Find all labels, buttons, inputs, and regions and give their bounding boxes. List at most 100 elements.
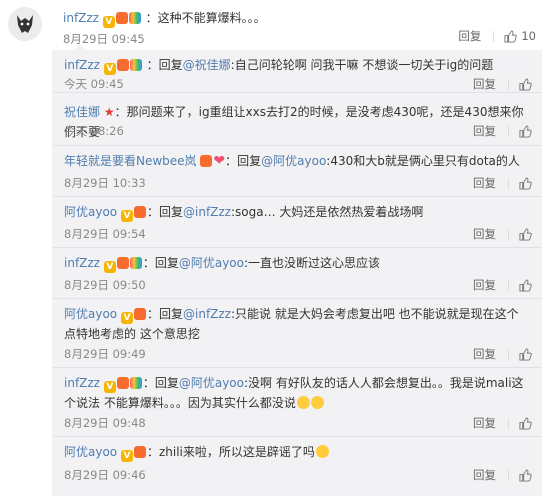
divider: [508, 78, 509, 90]
reply-username[interactable]: infZzz: [64, 376, 100, 390]
like-button[interactable]: [519, 347, 532, 361]
reply-time: 8月29日 10:33: [64, 176, 146, 190]
reply-button[interactable]: 回复: [473, 123, 496, 139]
reply-item: 阿优ayoo V ：回复@infZzz:只能说 就是大妈会考虑复出吧 也不能说就是…: [52, 299, 542, 368]
reply-word: 回复: [154, 376, 179, 390]
comment-body: ：这种不能算爆料。。。: [145, 11, 266, 25]
reply-text: infZzz V ：回复@阿优ayoo:一直也没断过这心思应该: [64, 256, 381, 273]
laugh-emoji-icon: [296, 396, 310, 409]
reply-username[interactable]: 年轻就是要看Newbee岚: [64, 154, 197, 168]
reply-mention[interactable]: @祝佳娜: [183, 58, 231, 72]
reply-button[interactable]: 回复: [473, 226, 496, 242]
thumbs-up-icon: [519, 468, 532, 482]
reply-item: 祝佳娜 ★：那问题来了，ig重组让xxs去打2的时候，是没考虑430呢，还是43…: [52, 97, 542, 146]
level-badge-icon: [115, 12, 128, 24]
reply-username[interactable]: 阿优ayoo: [64, 445, 117, 459]
reply-time: 8月29日 09:46: [64, 468, 146, 482]
thumbs-up-icon: [519, 347, 532, 361]
reply-actions: 回复: [473, 175, 532, 191]
reply-time: 8月29日 09:50: [64, 278, 146, 292]
reply-item: 阿优ayoo V ：zhili来啦，所以这是辟谣了吗 8月29日 09:46 回复: [52, 437, 542, 496]
reply-text: 祝佳娜 ★：那问题来了，ig重组让xxs去打2的时候，是没考虑430呢，还是43…: [64, 102, 524, 142]
like-button[interactable]: [519, 77, 532, 91]
reply-mention[interactable]: @阿优ayoo: [179, 256, 244, 270]
reply-actions: 回复: [473, 467, 532, 483]
reply-word: 回复: [237, 154, 262, 168]
reply-username[interactable]: infZzz: [64, 256, 100, 270]
reply-time: 8月29日 09:48: [64, 416, 146, 430]
reply-actions: 回复: [473, 346, 532, 362]
reply-actions: 回复: [473, 415, 532, 431]
vip-badge-icon: V: [103, 381, 116, 393]
vip-badge-icon: V: [103, 261, 116, 273]
reply-word: 回复: [154, 256, 179, 270]
reply-text: 年轻就是要看Newbee岚 ❤：回复@阿优ayoo:430和大b就是俩心里只有d…: [64, 153, 520, 169]
reply-button[interactable]: 回复: [473, 467, 496, 483]
reply-body: ：zhili来啦，所以这是辟谣了吗: [146, 445, 315, 459]
thumbs-up-icon: [504, 29, 518, 43]
level-badge-icon: [200, 155, 213, 167]
reply-username[interactable]: infZzz: [64, 58, 100, 72]
reply-item: infZzz V ：回复@阿优ayoo:没啊 有好队友的话人人都会想复出。。我是说…: [52, 368, 542, 437]
divider: [493, 30, 495, 42]
reply-text: 阿优ayoo V ：zhili来啦，所以这是辟谣了吗: [64, 442, 524, 462]
reply-actions: 回复: [473, 226, 532, 242]
reply-time: 今天 09:45: [64, 77, 124, 91]
reply-username[interactable]: 阿优ayoo: [64, 307, 117, 321]
rainbow-badge-icon: [129, 257, 142, 269]
reply-mention[interactable]: @infZzz: [183, 307, 231, 321]
divider: [508, 228, 509, 240]
like-button[interactable]: [519, 278, 532, 292]
heart-icon: ❤: [213, 153, 226, 169]
divider: [508, 348, 509, 360]
thumbs-up-icon: [519, 227, 532, 241]
like-button[interactable]: [519, 227, 532, 241]
reply-text: infZzz V ：回复@阿优ayoo:没啊 有好队友的话人人都会想复出。。我是说…: [64, 376, 524, 410]
reply-item: 年轻就是要看Newbee岚 ❤：回复@阿优ayoo:430和大b就是俩心里只有d…: [52, 146, 542, 197]
reply-time: 今天 08:26: [64, 124, 124, 138]
like-button[interactable]: 10: [504, 29, 536, 43]
vip-badge-icon: V: [120, 312, 133, 324]
like-button[interactable]: [519, 124, 532, 138]
divider: [508, 469, 509, 481]
thumbs-up-icon: [519, 176, 532, 190]
divider: [508, 177, 509, 189]
reply-button[interactable]: 回复: [473, 175, 496, 191]
surprised-emoji-icon: [315, 445, 329, 458]
reply-body: :自己问轮轮啊 问我干嘛 不想谈一切关于ig的问题: [230, 58, 494, 72]
like-button[interactable]: [519, 416, 532, 430]
like-count: 10: [521, 29, 536, 43]
main-comment-text: infZzz V ：这种不能算爆料。。。: [63, 9, 266, 28]
reply-button[interactable]: 回复: [473, 415, 496, 431]
reply-mention[interactable]: @infZzz: [183, 205, 231, 219]
like-button[interactable]: [519, 468, 532, 482]
reply-item: 阿优ayoo V ：回复@infZzz:soga… 大妈还是依然热爱着战场啊 8月…: [52, 197, 542, 248]
avatar[interactable]: [8, 7, 42, 41]
rainbow-badge-icon: [129, 377, 142, 389]
reply-text: 阿优ayoo V ：回复@infZzz:只能说 就是大妈会考虑复出吧 也不能说就是…: [64, 307, 519, 341]
reply-mention[interactable]: @阿优ayoo: [261, 154, 326, 168]
reply-actions: 回复: [473, 76, 532, 92]
reply-username[interactable]: 阿优ayoo: [64, 205, 117, 219]
like-button[interactable]: [519, 176, 532, 190]
reply-time: 8月29日 09:54: [64, 227, 146, 241]
vip-badge-icon: V: [103, 63, 116, 75]
reply-list: infZzz V ：回复@祝佳娜:自己问轮轮啊 问我干嘛 不想谈一切关于ig的问…: [52, 44, 542, 496]
reply-button[interactable]: 回复: [458, 28, 481, 44]
avatar-wolf-icon: [8, 7, 42, 41]
reply-time: 8月29日 09:49: [64, 347, 146, 361]
reply-body: ：那问题来了，ig重组让xxs去打2的时候，是没考虑430呢，还是430想来你们…: [64, 105, 524, 139]
vip-badge-icon: V: [120, 210, 133, 222]
reply-button[interactable]: 回复: [473, 76, 496, 92]
reply-text: 阿优ayoo V ：回复@infZzz:soga… 大妈还是依然热爱着战场啊: [64, 205, 424, 222]
reply-button[interactable]: 回复: [473, 277, 496, 293]
reply-username[interactable]: 祝佳娜: [64, 105, 100, 119]
reply-body: :一直也没断过这心思应该: [243, 256, 381, 270]
reply-button[interactable]: 回复: [473, 346, 496, 362]
rainbow-badge-icon: [128, 12, 141, 24]
reply-mention[interactable]: @阿优ayoo: [179, 376, 244, 390]
divider: [508, 125, 509, 137]
comment-username[interactable]: infZzz: [63, 11, 99, 25]
level-badge-icon: [133, 206, 146, 218]
vip-badge-icon: V: [102, 16, 115, 28]
